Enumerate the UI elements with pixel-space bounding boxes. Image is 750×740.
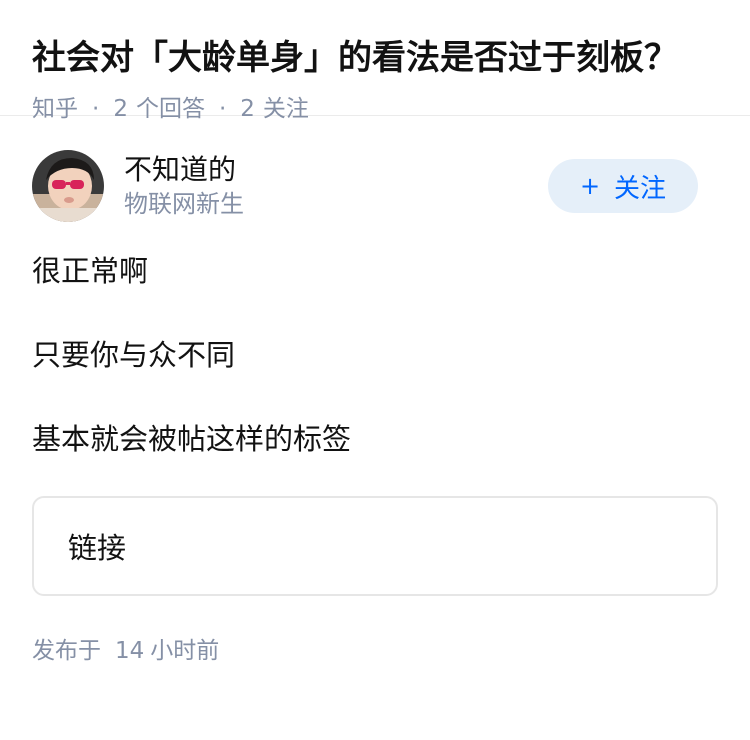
question-title[interactable]: 社会对「大龄单身」的看法是否过于刻板？: [32, 34, 718, 82]
answer-paragraph: 很正常啊: [32, 254, 149, 288]
follow-button-label: 关注: [614, 173, 667, 204]
link-card[interactable]: 链接: [32, 496, 718, 596]
publish-label: 发布于: [32, 638, 101, 664]
answer-count: 2: [113, 96, 128, 122]
author-bio: 物联网新生: [124, 190, 244, 218]
meta-separator: ·: [92, 96, 100, 122]
question-meta: 知乎 · 2 个回答 · 2 关注: [32, 94, 718, 124]
publish-unit: 小时前: [150, 638, 220, 664]
follower-count: 2: [240, 96, 255, 122]
publish-time: 发布于 14 小时前: [32, 636, 718, 666]
author-row: 不知道的 物联网新生 + 关注: [32, 150, 718, 222]
follow-button[interactable]: + 关注: [548, 159, 698, 213]
question-header: 社会对「大龄单身」的看法是否过于刻板？ 知乎 · 2 个回答 · 2 关注: [0, 0, 750, 122]
answer-count-label: 个回答: [135, 96, 205, 122]
answer: 不知道的 物联网新生 + 关注 很正常啊 只要你与众不同 基本就会被帖这样的标签…: [0, 150, 750, 666]
answer-content: 很正常啊 只要你与众不同 基本就会被帖这样的标签: [32, 250, 718, 460]
publish-value: 14: [115, 638, 145, 664]
plus-icon: +: [579, 172, 601, 200]
author-info: 不知道的 物联网新生: [124, 152, 548, 220]
child-avatar-icon: [32, 150, 104, 222]
author-name[interactable]: 不知道的: [124, 152, 548, 188]
author-avatar[interactable]: [32, 150, 104, 222]
answer-paragraph: 基本就会被帖这样的标签: [32, 422, 352, 456]
follower-count-label: 关注: [262, 96, 309, 122]
link-card-label: 链接: [68, 531, 127, 565]
meta-separator: ·: [218, 96, 227, 122]
answer-paragraph: 只要你与众不同: [32, 338, 236, 372]
zhihu-answer-page: 社会对「大龄单身」的看法是否过于刻板？ 知乎 · 2 个回答 · 2 关注 不知…: [0, 0, 750, 740]
source-label[interactable]: 知乎: [32, 94, 78, 124]
